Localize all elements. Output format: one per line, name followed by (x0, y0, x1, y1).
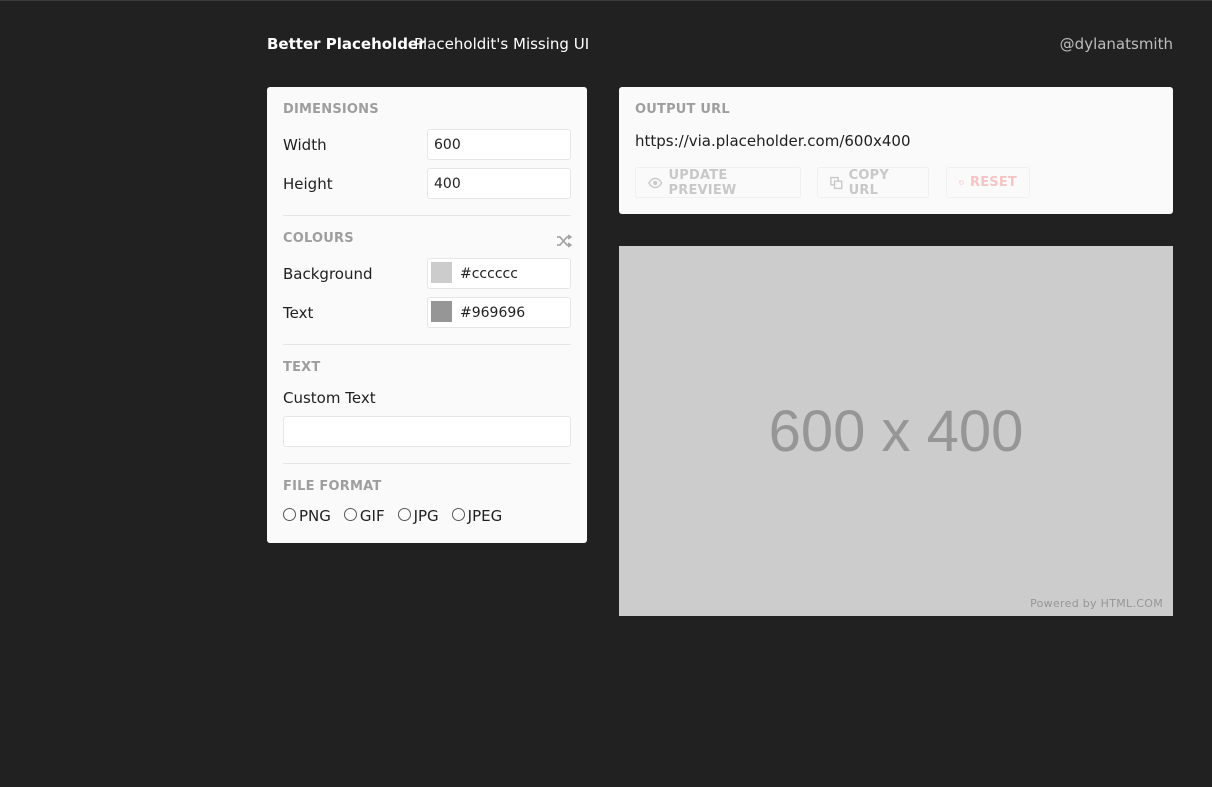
colours-title: COLOURS (283, 231, 354, 246)
width-field[interactable]: 600 (427, 129, 571, 160)
app-header: Better Placeholder Placeholdit's Missing… (267, 35, 1173, 57)
format-label: JPEG (467, 507, 503, 525)
background-swatch[interactable] (431, 262, 452, 283)
output-url-title: OUTPUT URL (635, 102, 730, 117)
custom-text-label: Custom Text (283, 389, 376, 407)
placeholder-preview-image: 600 x 400 Powered by HTML.COM (619, 246, 1173, 616)
settings-panel: DIMENSIONS Width 600 Height 400 COLOURS … (267, 87, 587, 543)
format-option-jpeg[interactable]: JPEG (451, 507, 503, 525)
dimensions-title: DIMENSIONS (283, 102, 379, 117)
text-swatch[interactable] (431, 301, 452, 322)
format-option-jpg[interactable]: JPG (397, 507, 439, 525)
author-handle-link[interactable]: @dylanatsmith (1060, 35, 1173, 53)
format-label: GIF (359, 507, 385, 525)
background-color-value: #cccccc (460, 266, 518, 282)
format-label: PNG (299, 507, 331, 525)
radio-jpg[interactable] (397, 507, 411, 521)
powered-by-text: Powered by HTML.COM (1030, 597, 1163, 610)
format-option-png[interactable]: PNG (283, 507, 331, 525)
text-section-title: TEXT (283, 360, 321, 375)
copy-url-button[interactable]: COPY URL (817, 167, 929, 198)
reset-button[interactable]: RESET (946, 167, 1030, 198)
copy-icon (830, 176, 843, 189)
update-preview-button[interactable]: UPDATE PREVIEW (635, 167, 801, 198)
custom-text-input[interactable] (283, 416, 571, 447)
eye-icon (648, 177, 663, 188)
text-color-label: Text (283, 304, 314, 322)
brand-title: Better Placeholder (267, 35, 426, 53)
height-field[interactable]: 400 (427, 168, 571, 199)
preview-dimensions-text: 600 x 400 (768, 399, 1024, 464)
output-url[interactable]: https://via.placeholder.com/600x400 (635, 132, 911, 150)
file-format-title: FILE FORMAT (283, 479, 382, 494)
format-label: JPG (413, 507, 439, 525)
text-color-value: #969696 (460, 305, 526, 321)
reset-icon (959, 180, 964, 185)
width-label: Width (283, 136, 327, 154)
tagline: Placeholdit's Missing UI (414, 35, 590, 53)
output-url-panel: OUTPUT URL https://via.placeholder.com/6… (619, 87, 1173, 214)
radio-jpeg[interactable] (451, 507, 465, 521)
divider (283, 344, 571, 345)
background-color-field[interactable]: #cccccc (427, 258, 571, 289)
height-label: Height (283, 175, 333, 193)
shuffle-icon[interactable] (556, 234, 572, 248)
radio-png[interactable] (283, 507, 296, 521)
radio-gif[interactable] (343, 507, 357, 521)
divider (283, 463, 571, 464)
copy-url-label: COPY URL (848, 167, 889, 198)
background-label: Background (283, 265, 373, 283)
update-preview-label: UPDATE PREVIEW (668, 167, 737, 198)
format-option-gif[interactable]: GIF (343, 507, 385, 525)
text-color-field[interactable]: #969696 (427, 297, 571, 328)
divider (283, 215, 571, 216)
file-format-options: PNG GIF JPG JPEG (283, 507, 515, 525)
reset-label: RESET (969, 175, 1017, 190)
